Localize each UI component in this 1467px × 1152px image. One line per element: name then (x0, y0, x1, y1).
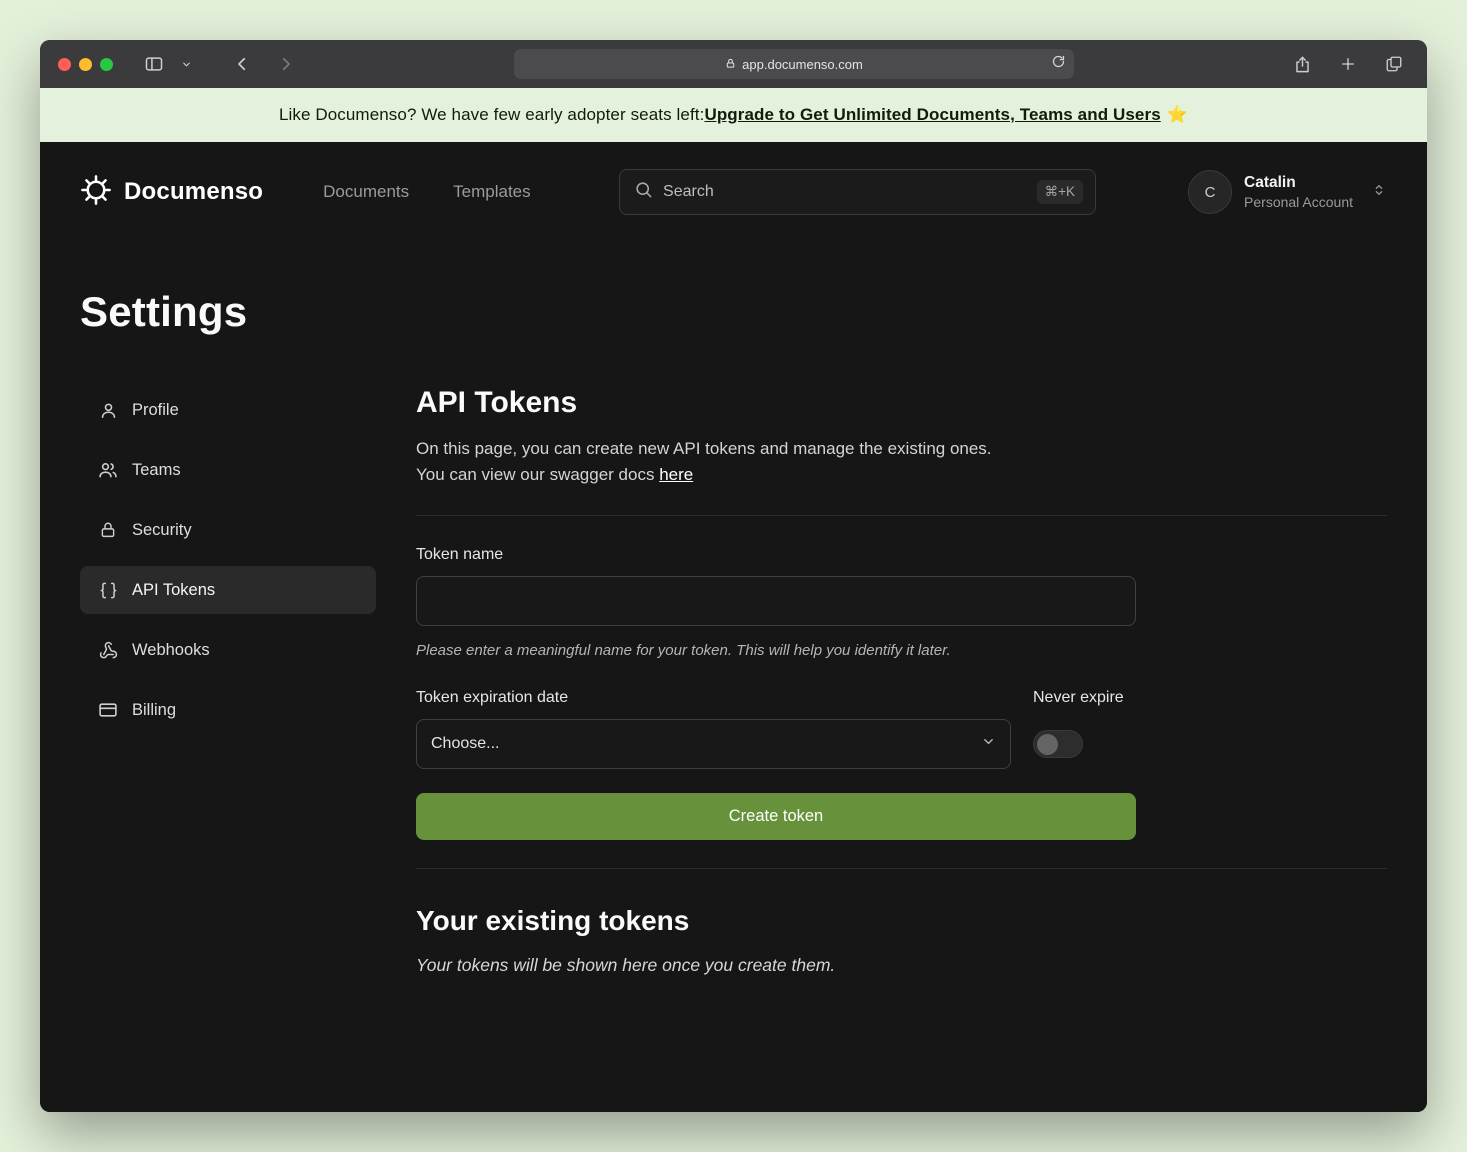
swagger-docs-link[interactable]: here (659, 465, 693, 484)
tab-overview-icon[interactable] (1379, 49, 1409, 79)
sidebar-item-security[interactable]: Security (80, 506, 376, 554)
tab-group-chevron-icon[interactable] (171, 49, 201, 79)
never-expire-toggle[interactable] (1033, 730, 1083, 758)
sidebar-toggle-icon[interactable] (139, 49, 169, 79)
search-placeholder: Search (663, 183, 714, 201)
expiration-label: Token expiration date (416, 689, 1011, 707)
user-account-type: Personal Account (1244, 193, 1353, 211)
sidebar-item-label: Teams (132, 461, 181, 480)
nav-templates[interactable]: Templates (453, 182, 530, 202)
never-expire-label: Never expire (1033, 689, 1153, 707)
divider (416, 515, 1387, 516)
documenso-logo-icon (80, 174, 112, 211)
toggle-knob (1037, 734, 1058, 755)
sidebar-item-api-tokens[interactable]: API Tokens (80, 566, 376, 614)
url-text: app.documenso.com (742, 57, 863, 72)
sidebar-item-teams[interactable]: Teams (80, 446, 376, 494)
main-nav: Documents Templates (323, 182, 530, 202)
forward-button[interactable] (271, 49, 301, 79)
braces-icon (98, 581, 118, 600)
lock-icon (98, 521, 118, 539)
avatar: C (1188, 170, 1232, 214)
lock-icon (725, 57, 736, 72)
divider (416, 868, 1387, 869)
page-title: Settings (80, 288, 1387, 336)
browser-window: app.documenso.com Like Documenso? We hav… (40, 40, 1427, 1112)
sidebar-item-label: Security (132, 521, 192, 540)
sidebar-item-label: Webhooks (132, 641, 210, 660)
star-emoji-icon: ⭐ (1167, 105, 1188, 125)
sidebar-item-label: Billing (132, 701, 176, 720)
nav-documents[interactable]: Documents (323, 182, 409, 202)
sidebar-item-profile[interactable]: Profile (80, 386, 376, 434)
sidebar-item-label: Profile (132, 401, 179, 420)
app-header: Documenso Documents Templates Search ⌘+K… (80, 142, 1387, 238)
chevrons-up-down-icon (1371, 182, 1387, 203)
sidebar-item-label: API Tokens (132, 581, 215, 600)
token-name-label: Token name (416, 546, 1387, 564)
minimize-window-button[interactable] (79, 58, 92, 71)
promo-banner: Like Documenso? We have few early adopte… (40, 88, 1427, 142)
brand-name: Documenso (124, 178, 263, 206)
zoom-window-button[interactable] (100, 58, 113, 71)
credit-card-icon (98, 700, 118, 720)
section-title: API Tokens (416, 386, 1387, 420)
user-name: Catalin (1244, 173, 1353, 193)
close-window-button[interactable] (58, 58, 71, 71)
new-tab-icon[interactable] (1333, 49, 1363, 79)
settings-sidebar: Profile Teams Security (80, 386, 376, 976)
token-name-input[interactable] (416, 576, 1136, 626)
create-token-button[interactable]: Create token (416, 793, 1136, 840)
api-tokens-panel: API Tokens On this page, you can create … (416, 386, 1387, 976)
expiration-value: Choose... (431, 735, 499, 753)
section-description: On this page, you can create new API tok… (416, 436, 1387, 487)
user-icon (98, 401, 118, 420)
back-button[interactable] (227, 49, 257, 79)
expiration-select[interactable]: Choose... (416, 719, 1011, 769)
promo-text: Like Documenso? We have few early adopte… (279, 105, 705, 125)
user-menu[interactable]: C Catalin Personal Account (1188, 170, 1387, 214)
existing-tokens-title: Your existing tokens (416, 905, 1387, 937)
chevron-down-icon (981, 734, 996, 754)
token-name-help: Please enter a meaningful name for your … (416, 642, 1387, 659)
url-bar[interactable]: app.documenso.com (514, 49, 1074, 79)
users-icon (98, 460, 118, 480)
refresh-icon[interactable] (1051, 54, 1066, 72)
upgrade-link[interactable]: Upgrade to Get Unlimited Documents, Team… (704, 105, 1160, 125)
browser-toolbar: app.documenso.com (40, 40, 1427, 88)
share-icon[interactable] (1287, 49, 1317, 79)
sidebar-item-webhooks[interactable]: Webhooks (80, 626, 376, 674)
app-content: Documenso Documents Templates Search ⌘+K… (40, 142, 1427, 1112)
sidebar-item-billing[interactable]: Billing (80, 686, 376, 734)
search-shortcut-badge: ⌘+K (1037, 180, 1083, 204)
search-input[interactable]: Search ⌘+K (619, 169, 1096, 215)
window-controls (58, 58, 113, 71)
webhook-icon (98, 641, 118, 660)
search-icon (634, 180, 653, 204)
brand-home-link[interactable]: Documenso (80, 174, 263, 211)
existing-tokens-empty-text: Your tokens will be shown here once you … (416, 955, 1387, 976)
